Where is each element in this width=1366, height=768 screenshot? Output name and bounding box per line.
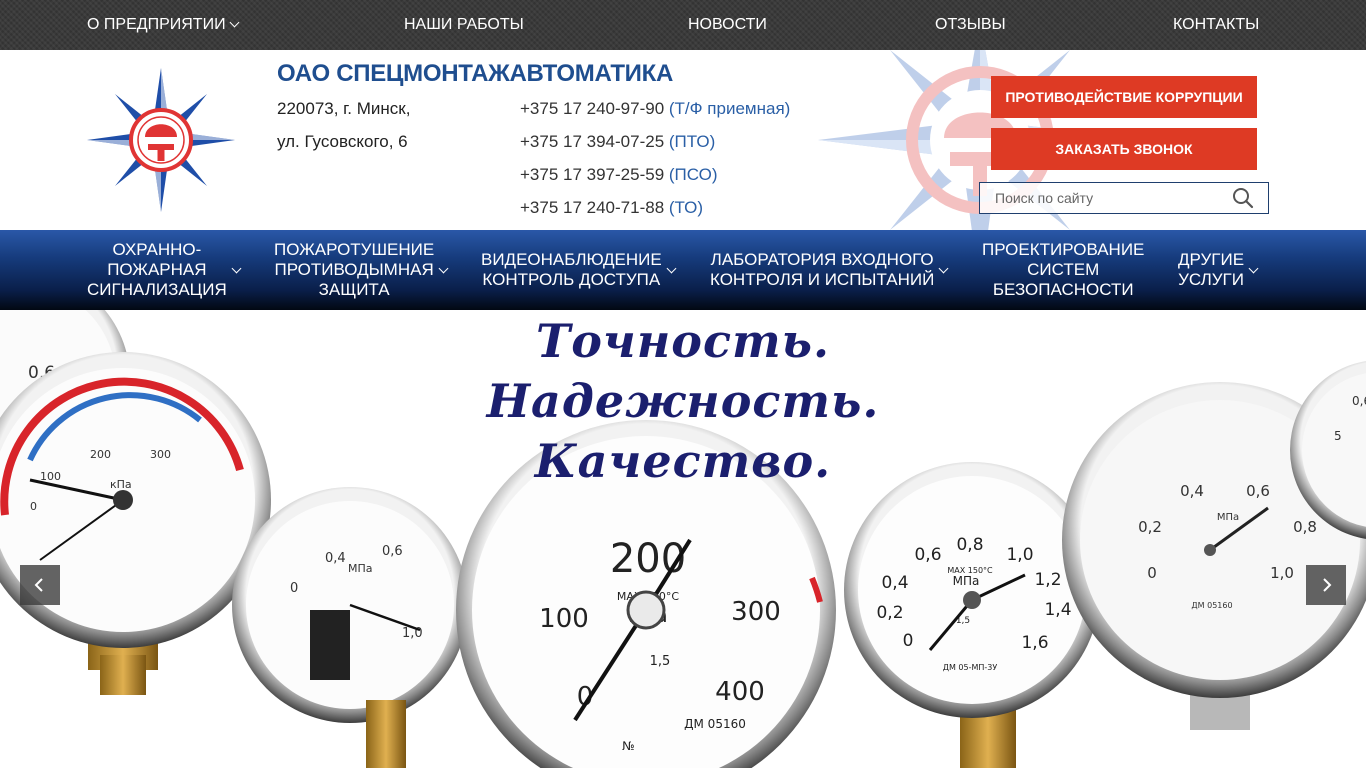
svg-text:ДМ 05160: ДМ 05160: [1191, 601, 1232, 610]
svg-text:200: 200: [610, 536, 686, 582]
nav-laboratory[interactable]: ЛАБОРАТОРИЯ ВХОДНОГО КОНТРОЛЯ И ИСПЫТАНИ…: [710, 230, 949, 310]
compass-star-logo[interactable]: [86, 67, 236, 213]
hero-slider: 0,6 0,8 200 300 100 кПа 0 0,4 0,6 МПа 1,…: [0, 310, 1366, 768]
chevron-down-icon: [229, 17, 240, 28]
svg-text:0: 0: [1147, 564, 1157, 582]
nav-label: ПОЖАРОТУШЕНИЕ ПРОТИВОДЫМНАЯ ЗАЩИТА: [274, 240, 435, 299]
phone-number: +375 17 397-25-59: [520, 165, 665, 184]
topnav-reviews[interactable]: ОТЗЫВЫ: [935, 0, 1006, 50]
svg-text:0: 0: [290, 581, 298, 596]
phone-pso[interactable]: +375 17 397-25-59 (ПСО): [520, 165, 718, 185]
nav-label: ЛАБОРАТОРИЯ ВХОДНОГО КОНТРОЛЯ И ИСПЫТАНИ…: [710, 250, 935, 289]
svg-text:ДМ 05160: ДМ 05160: [684, 717, 746, 731]
address-line-1: 220073, г. Минск,: [277, 99, 411, 118]
phone-pto[interactable]: +375 17 394-07-25 (ПТО): [520, 132, 715, 152]
chevron-left-icon: [34, 578, 43, 592]
topnav-about[interactable]: О ПРЕДПРИЯТИИ: [87, 0, 240, 50]
slogan-line-2: Надежность.: [486, 374, 880, 428]
slider-next-button[interactable]: [1306, 565, 1346, 605]
svg-text:400: 400: [715, 677, 765, 707]
site-header: ОАО СПЕЦМОНТАЖАВТОМАТИКА 220073, г. Минс…: [0, 50, 1366, 230]
svg-text:0,2: 0,2: [876, 603, 903, 623]
svg-text:1,0: 1,0: [1006, 545, 1033, 565]
svg-text:МПа: МПа: [348, 562, 373, 575]
svg-text:№: №: [622, 739, 634, 753]
topnav-contacts[interactable]: КОНТАКТЫ: [1173, 0, 1259, 50]
search-box: [979, 182, 1269, 214]
svg-text:1,0: 1,0: [1270, 564, 1294, 582]
svg-text:0,8: 0,8: [956, 535, 983, 555]
svg-text:0,8: 0,8: [1293, 518, 1317, 536]
svg-text:0,2: 0,2: [1138, 518, 1162, 536]
nav-label: ДРУГИЕ УСЛУГИ: [1178, 250, 1245, 289]
slider-prev-button[interactable]: [20, 565, 60, 605]
nav-label: ОХРАННО- ПОЖАРНАЯ СИГНАЛИЗАЦИЯ: [87, 240, 227, 299]
nav-other-services[interactable]: ДРУГИЕ УСЛУГИ: [1178, 230, 1259, 310]
phone-dept: (ПСО): [668, 165, 718, 184]
svg-text:1,2: 1,2: [1034, 570, 1061, 590]
chevron-right-icon: [1323, 578, 1332, 592]
phone-number: +375 17 240-97-90: [520, 99, 665, 118]
topnav-works[interactable]: НАШИ РАБОТЫ: [404, 0, 524, 50]
phone-dept: (Т/Ф приемная): [668, 99, 791, 118]
nav-label: ПРОЕКТИРОВАНИЕ СИСТЕМ БЕЗОПАСНОСТИ: [982, 240, 1145, 299]
chevron-down-icon: [231, 263, 242, 273]
svg-text:0,6: 0,6: [382, 544, 403, 559]
anti-corruption-button[interactable]: ПРОТИВОДЕЙСТВИЕ КОРРУПЦИИ: [991, 76, 1257, 118]
main-nav: ОХРАННО- ПОЖАРНАЯ СИГНАЛИЗАЦИЯ ПОЖАРОТУШ…: [0, 230, 1366, 310]
svg-text:0: 0: [903, 631, 914, 651]
callback-button[interactable]: ЗАКАЗАТЬ ЗВОНОК: [991, 128, 1257, 170]
chevron-down-icon: [938, 263, 949, 273]
phone-to[interactable]: +375 17 240-71-88 (ТО): [520, 198, 703, 218]
nav-fire-suppression[interactable]: ПОЖАРОТУШЕНИЕ ПРОТИВОДЫМНАЯ ЗАЩИТА: [274, 230, 449, 310]
chevron-down-icon: [1248, 263, 1259, 273]
address-line-2: ул. Гусовского, 6: [277, 132, 408, 151]
nav-video-surveillance[interactable]: ВИДЕОНАБЛЮДЕНИЕ КОНТРОЛЬ ДОСТУПА: [481, 230, 677, 310]
company-name: ОАО СПЕЦМОНТАЖАВТОМАТИКА: [277, 60, 674, 87]
svg-text:0,6: 0,6: [914, 545, 941, 565]
phone-reception[interactable]: +375 17 240-97-90 (Т/Ф приемная): [520, 99, 790, 119]
svg-text:0,4: 0,4: [881, 573, 908, 593]
slogan-line-1: Точность.: [535, 314, 831, 368]
svg-text:300: 300: [731, 597, 781, 627]
top-bar: О ПРЕДПРИЯТИИ НАШИ РАБОТЫ НОВОСТИ ОТЗЫВЫ…: [0, 0, 1366, 50]
svg-text:МПа: МПа: [1217, 512, 1239, 523]
svg-text:1,4: 1,4: [1044, 600, 1071, 620]
svg-text:1,5: 1,5: [650, 654, 671, 669]
search-input[interactable]: [980, 183, 1230, 213]
svg-text:0: 0: [30, 500, 37, 513]
topnav-about-label: О ПРЕДПРИЯТИИ: [87, 16, 226, 33]
nav-label: ВИДЕОНАБЛЮДЕНИЕ КОНТРОЛЬ ДОСТУПА: [481, 250, 662, 289]
svg-text:0,4: 0,4: [325, 551, 346, 566]
svg-text:1,6: 1,6: [1021, 633, 1048, 653]
nav-design[interactable]: ПРОЕКТИРОВАНИЕ СИСТЕМ БЕЗОПАСНОСТИ: [982, 230, 1144, 310]
svg-text:МПа: МПа: [953, 574, 980, 588]
slogan-line-3: Качество.: [534, 434, 832, 488]
phone-number: +375 17 394-07-25: [520, 132, 665, 151]
svg-text:ДМ 05-МП-3У: ДМ 05-МП-3У: [943, 663, 998, 672]
svg-text:100: 100: [539, 604, 589, 634]
phone-dept: (ТО): [668, 198, 704, 217]
phone-number: +375 17 240-71-88: [520, 198, 665, 217]
nav-fire-alarm[interactable]: ОХРАННО- ПОЖАРНАЯ СИГНАЛИЗАЦИЯ: [87, 230, 242, 310]
chevron-down-icon: [666, 263, 677, 273]
search-icon[interactable]: [1232, 187, 1254, 209]
topnav-news[interactable]: НОВОСТИ: [688, 0, 767, 50]
chevron-down-icon: [438, 263, 449, 273]
phone-dept: (ПТО): [668, 132, 716, 151]
